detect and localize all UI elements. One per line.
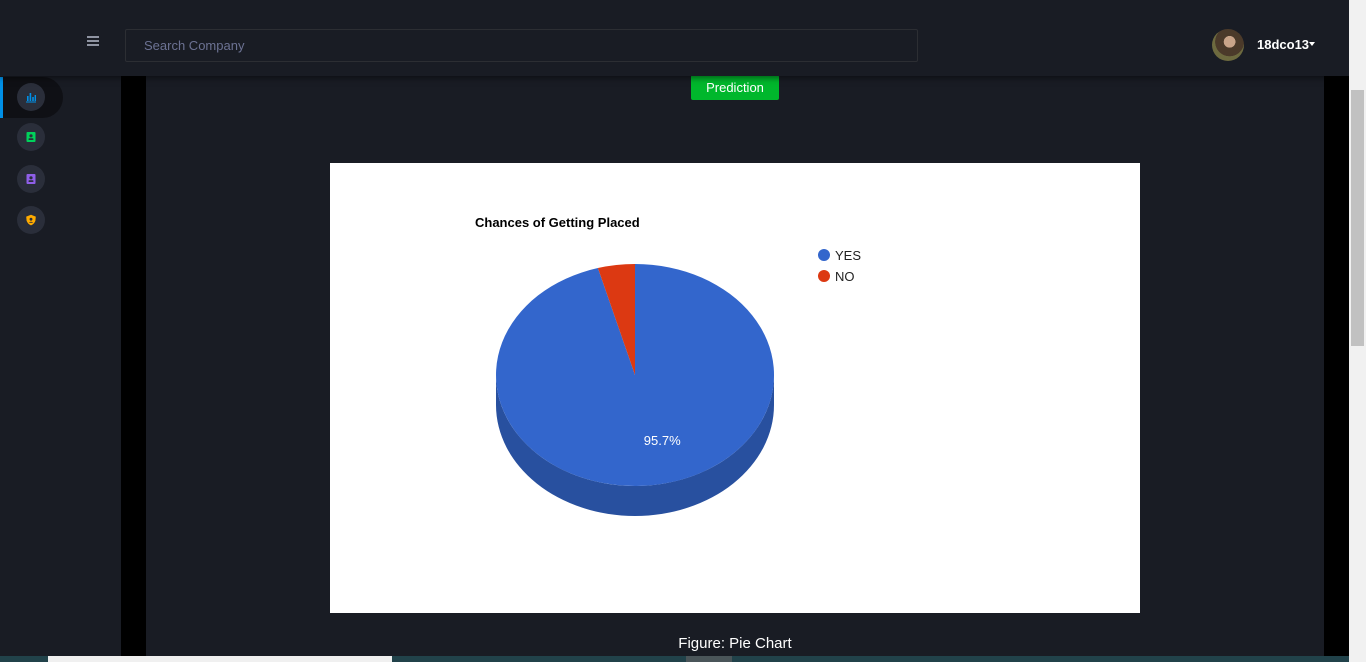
bar-chart-icon [26,93,36,103]
sidebar-item-security[interactable] [17,206,45,234]
chevron-down-icon[interactable] [1309,42,1315,46]
avatar[interactable] [1212,29,1244,61]
prediction-button[interactable]: Prediction [691,75,779,100]
pie-data-label: 95.7% [644,433,681,448]
content-gutter-right [1324,76,1349,662]
figure-caption: Figure: Pie Chart [678,635,792,652]
legend-label-no: NO [835,269,855,284]
sidebar-item-dashboard[interactable] [17,83,45,111]
bottom-strip-segment [48,656,392,662]
contact-card-icon [26,174,36,184]
bottom-strip-segment [686,656,732,662]
top-navbar: 18dco13 [0,0,1349,76]
legend-marker-no [818,270,830,282]
search-input[interactable] [125,29,918,62]
shield-icon [26,214,36,226]
scrollbar-thumb[interactable] [1351,90,1364,346]
sidebar-item-profile[interactable] [17,123,45,151]
username-dropdown[interactable]: 18dco13 [1257,37,1309,52]
legend-label-yes: YES [835,248,861,263]
content-gutter-left [121,76,146,662]
pie-chart: 95.7% Chances of Getting Placed YES NO [475,215,861,516]
chart-title: Chances of Getting Placed [475,215,640,230]
menu-toggle-icon[interactable] [87,36,99,50]
sidebar-active-indicator [0,77,3,118]
legend-marker-yes [818,249,830,261]
sidebar [0,0,121,662]
sidebar-item-contacts[interactable] [17,165,45,193]
pie-chart-panel: 95.7% Chances of Getting Placed YES NO [330,163,1140,613]
contact-card-icon [26,132,36,142]
pie-slice-yes [496,264,775,487]
